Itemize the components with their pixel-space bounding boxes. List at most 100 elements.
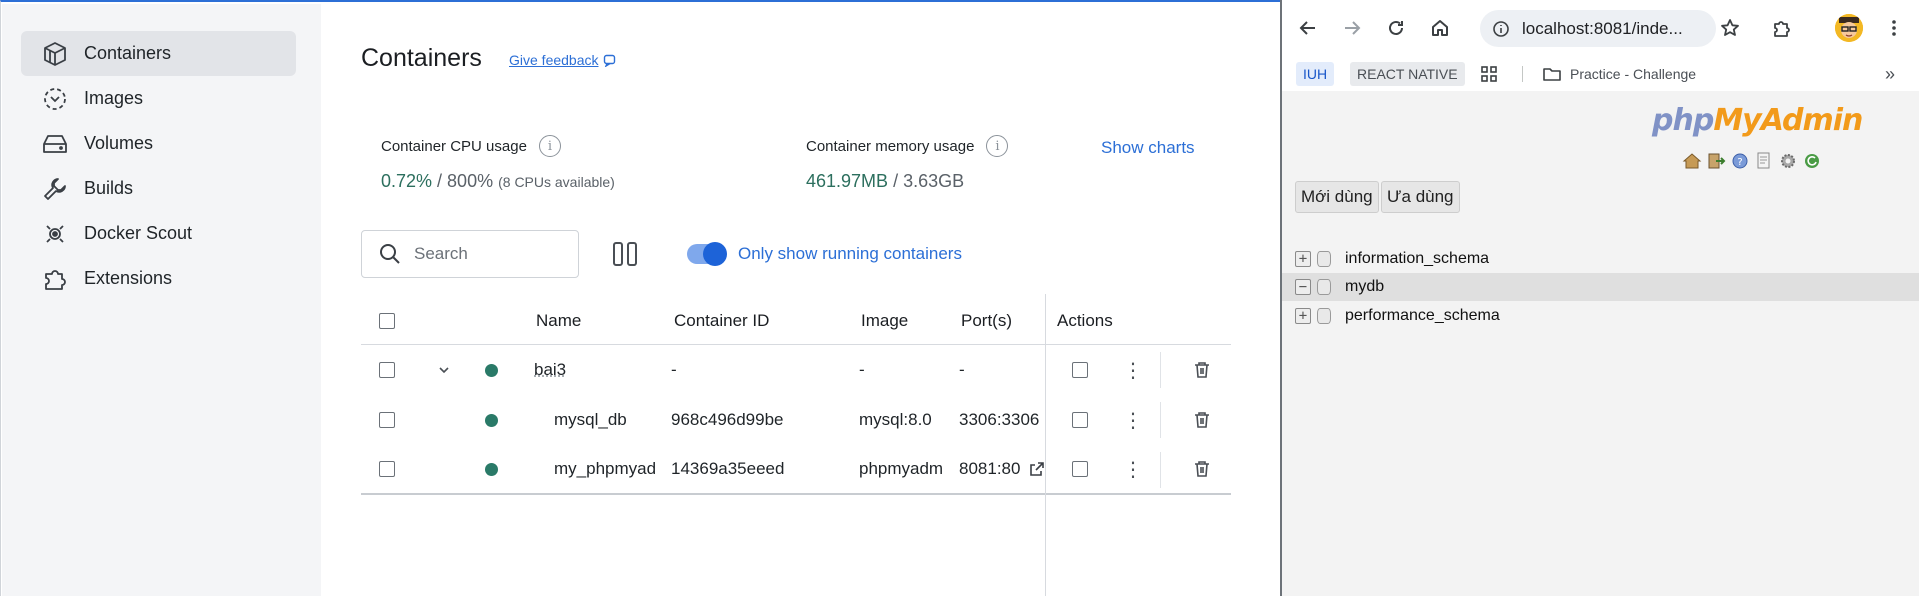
logout-icon[interactable] xyxy=(1706,151,1726,171)
database-name[interactable]: performance_schema xyxy=(1345,307,1500,325)
database-item-mydb[interactable]: − mydb xyxy=(1282,273,1919,301)
sidebar-item-containers[interactable]: Containers xyxy=(21,31,296,76)
container-name[interactable]: bai3 xyxy=(534,345,566,395)
row-checkbox[interactable] xyxy=(379,461,395,477)
bookmark-react-native[interactable]: REACT NATIVE xyxy=(1350,62,1465,86)
address-bar[interactable]: localhost:8081/inde... xyxy=(1480,10,1716,47)
column-header-name[interactable]: Name xyxy=(536,297,581,344)
column-header-container-id[interactable]: Container ID xyxy=(674,297,769,344)
checkbox[interactable] xyxy=(379,312,395,329)
row-checkbox-cell[interactable] xyxy=(379,345,395,395)
toggle-knob xyxy=(703,242,727,266)
running-only-toggle[interactable] xyxy=(687,242,727,266)
column-header-image[interactable]: Image xyxy=(861,297,908,344)
container-name[interactable]: mysql_db xyxy=(554,395,627,445)
profile-avatar[interactable] xyxy=(1835,14,1863,42)
containers-icon xyxy=(40,39,70,69)
database-item-performance-schema[interactable]: + performance_schema xyxy=(1282,302,1919,330)
delete-button[interactable] xyxy=(1193,445,1211,493)
row-checkbox-cell[interactable] xyxy=(379,395,395,445)
start-stop-button[interactable] xyxy=(1072,395,1088,445)
delete-button[interactable] xyxy=(1193,345,1211,395)
forward-icon[interactable] xyxy=(1340,16,1364,40)
database-name[interactable]: mydb xyxy=(1345,278,1384,296)
collapse-icon[interactable]: − xyxy=(1295,279,1311,295)
container-ports[interactable]: 8081:80 xyxy=(959,445,1027,493)
container-ports[interactable]: 3306:3306 xyxy=(959,395,1045,445)
divider xyxy=(1160,402,1161,438)
sidebar-item-docker-scout[interactable]: Docker Scout xyxy=(21,211,296,256)
database-name[interactable]: information_schema xyxy=(1345,250,1489,268)
browser-menu-icon[interactable] xyxy=(1882,16,1906,40)
status-running-dot xyxy=(485,363,498,377)
container-ports: - xyxy=(959,360,965,379)
give-feedback-link[interactable]: Give feedback xyxy=(509,52,617,68)
phpmyadmin-logo[interactable]: phpMyAdmin xyxy=(1652,103,1863,138)
info-icon[interactable]: i xyxy=(986,135,1009,157)
stop-icon xyxy=(1072,461,1088,477)
sidebar-item-images[interactable]: Images xyxy=(21,76,296,121)
more-options-icon[interactable]: ⋮ xyxy=(1123,345,1143,395)
expand-icon[interactable]: + xyxy=(1295,251,1311,267)
memory-usage-label: Container memory usage i xyxy=(806,135,1009,157)
sidebar-item-extensions[interactable]: Extensions xyxy=(21,256,296,301)
container-id: 968c496d99be xyxy=(671,410,784,429)
column-header-ports[interactable]: Port(s) xyxy=(961,297,1012,344)
folder-icon xyxy=(1543,68,1561,81)
recent-tables-button[interactable]: Mới dùng xyxy=(1295,181,1379,213)
extensions-puzzle-icon[interactable] xyxy=(1770,16,1794,40)
start-stop-button[interactable] xyxy=(1072,445,1088,493)
help-icon[interactable]: ? xyxy=(1730,151,1750,171)
show-charts-button[interactable]: Show charts xyxy=(1101,138,1195,158)
memory-usage-value: 461.97MB / 3.63GB xyxy=(806,171,964,192)
search-input-container[interactable] xyxy=(361,230,579,278)
expand-icon[interactable]: + xyxy=(1295,308,1311,324)
sidebar-item-label: Extensions xyxy=(84,268,173,288)
stop-icon xyxy=(1072,362,1088,378)
bookmark-folder-practice[interactable]: Practice - Challenge xyxy=(1542,62,1696,86)
cpu-usage-value: 0.72% / 800% (8 CPUs available) xyxy=(381,171,615,192)
container-image: phpmyadm xyxy=(859,459,944,478)
browser-window: localhost:8081/inde... IUH REACT NATIVE … xyxy=(1280,0,1919,596)
more-options-icon[interactable]: ⋮ xyxy=(1123,445,1143,493)
sidebar-item-builds[interactable]: Builds xyxy=(21,166,296,211)
favorite-tables-button[interactable]: Ưa dùng xyxy=(1381,181,1460,213)
bookmark-star-icon[interactable] xyxy=(1718,16,1742,40)
bookmark-separator xyxy=(1522,66,1523,82)
reload-navigation-icon[interactable] xyxy=(1802,151,1822,171)
table-row[interactable]: my_phpmyad 14369a35eeed phpmyadm 8081:80… xyxy=(361,445,1231,495)
reload-icon[interactable] xyxy=(1384,16,1408,40)
start-stop-button[interactable] xyxy=(1072,345,1088,395)
back-icon[interactable] xyxy=(1296,16,1320,40)
docker-desktop-window: Containers Images Volumes Builds Docker … xyxy=(0,0,1280,596)
page-title: Containers xyxy=(361,44,482,72)
site-info-icon[interactable] xyxy=(1492,20,1510,38)
chevron-down-icon[interactable] xyxy=(437,345,451,395)
docs-icon[interactable] xyxy=(1754,151,1774,171)
home-icon[interactable] xyxy=(1428,16,1452,40)
url-text[interactable]: localhost:8081/inde... xyxy=(1522,19,1683,39)
browser-toolbar: localhost:8081/inde... xyxy=(1282,0,1919,57)
row-checkbox[interactable] xyxy=(379,362,395,378)
settings-icon[interactable] xyxy=(1778,151,1798,171)
info-icon[interactable]: i xyxy=(538,135,561,157)
volumes-icon xyxy=(40,129,70,159)
open-external-icon[interactable] xyxy=(1029,445,1045,493)
status-running-dot xyxy=(485,413,498,427)
row-checkbox[interactable] xyxy=(379,412,395,428)
more-bookmarks-icon[interactable]: » xyxy=(1885,62,1895,86)
table-row[interactable]: bai3 - - - ⋮ xyxy=(361,345,1231,395)
bookmark-iuh[interactable]: IUH xyxy=(1296,62,1335,86)
delete-button[interactable] xyxy=(1193,395,1211,445)
home-icon[interactable] xyxy=(1682,151,1702,171)
database-item-information-schema[interactable]: + information_schema xyxy=(1282,245,1919,273)
container-name[interactable]: my_phpmyad xyxy=(554,445,666,493)
columns-toggle-button[interactable] xyxy=(611,240,639,268)
select-all-checkbox[interactable] xyxy=(379,297,395,344)
apps-grid-icon[interactable] xyxy=(1480,62,1498,86)
sidebar-item-volumes[interactable]: Volumes xyxy=(21,121,296,166)
table-row[interactable]: mysql_db 968c496d99be mysql:8.0 3306:330… xyxy=(361,395,1231,445)
row-checkbox-cell[interactable] xyxy=(379,445,395,493)
search-input[interactable] xyxy=(414,244,564,264)
more-options-icon[interactable]: ⋮ xyxy=(1123,395,1143,445)
